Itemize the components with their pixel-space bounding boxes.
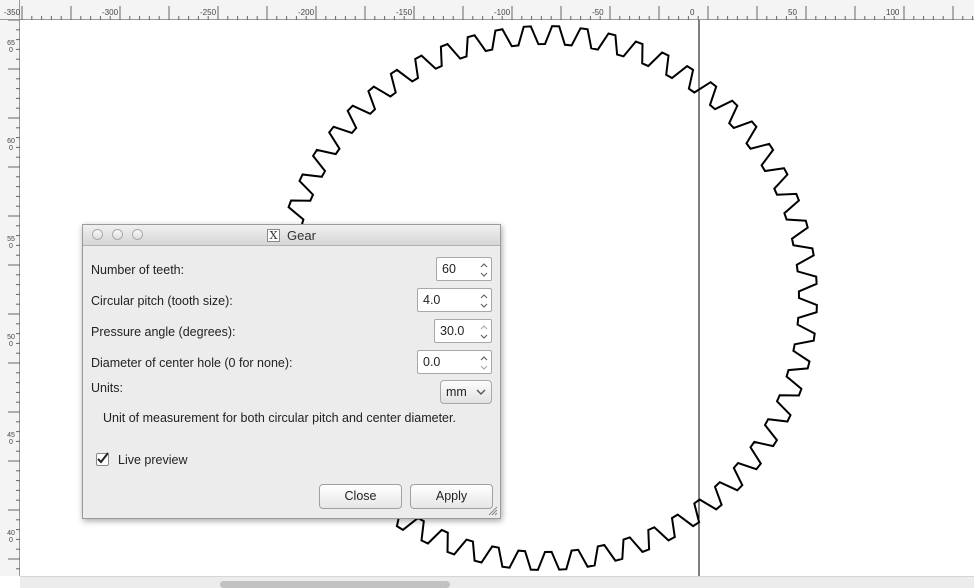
ruler-label: -50 bbox=[592, 8, 604, 17]
ruler-label: -250 bbox=[200, 8, 217, 17]
pressure-angle-label: Pressure angle (degrees): bbox=[91, 325, 236, 339]
ruler-label: 550 bbox=[7, 236, 15, 250]
dialog-title: Gear bbox=[287, 228, 316, 243]
spinner-arrows-icon[interactable] bbox=[479, 353, 489, 373]
checkmark-icon bbox=[97, 452, 109, 464]
units-help-text: Unit of measurement for both circular pi… bbox=[103, 411, 456, 425]
pressure-angle-value[interactable]: 30.0 bbox=[440, 324, 464, 338]
apply-button[interactable]: Apply bbox=[410, 484, 493, 509]
pressure-angle-spinner[interactable]: 30.0 bbox=[434, 319, 492, 343]
pitch-label: Circular pitch (tooth size): bbox=[91, 294, 233, 308]
ruler-label: 100 bbox=[886, 8, 900, 17]
pitch-value[interactable]: 4.0 bbox=[423, 293, 440, 307]
spinner-arrows-icon[interactable] bbox=[479, 260, 489, 280]
ruler-label: 400 bbox=[7, 530, 15, 544]
teeth-spinner[interactable]: 60 bbox=[436, 257, 492, 281]
spinner-arrows-icon[interactable] bbox=[479, 291, 489, 311]
units-label: Units: bbox=[91, 381, 123, 395]
close-button[interactable]: Close bbox=[319, 484, 402, 509]
ruler-label: 650 bbox=[7, 40, 15, 54]
dialog-titlebar[interactable]: X Gear bbox=[83, 225, 500, 246]
ruler-label: -200 bbox=[298, 8, 315, 17]
units-select[interactable]: mm bbox=[440, 380, 492, 404]
ruler-label: -150 bbox=[396, 8, 413, 17]
teeth-label: Number of teeth: bbox=[91, 263, 185, 277]
live-preview-checkbox[interactable] bbox=[96, 452, 109, 466]
close-window-button[interactable] bbox=[92, 229, 103, 240]
horizontal-scrollbar[interactable] bbox=[20, 576, 974, 588]
live-preview-label[interactable]: Live preview bbox=[118, 453, 187, 467]
units-value: mm bbox=[446, 385, 467, 399]
ruler-label: 50 bbox=[788, 8, 797, 17]
x11-icon: X bbox=[267, 229, 280, 242]
ruler-label: -350 bbox=[4, 8, 21, 17]
center-hole-value[interactable]: 0.0 bbox=[423, 355, 440, 369]
ruler-label: 0 bbox=[690, 8, 695, 17]
ruler-ticks bbox=[8, 20, 20, 570]
ruler-label: -300 bbox=[102, 8, 119, 17]
resize-grip-icon[interactable] bbox=[486, 504, 498, 516]
teeth-value[interactable]: 60 bbox=[442, 262, 456, 276]
vertical-ruler[interactable]: 650 600 550 500 450 400 bbox=[0, 20, 20, 576]
chevron-down-icon bbox=[476, 389, 486, 395]
center-hole-spinner[interactable]: 0.0 bbox=[417, 350, 492, 374]
ruler-label: 450 bbox=[7, 432, 15, 446]
center-hole-label: Diameter of center hole (0 for none): bbox=[91, 356, 293, 370]
ruler-label: -100 bbox=[494, 8, 511, 17]
scrollbar-thumb[interactable] bbox=[220, 581, 450, 588]
pitch-spinner[interactable]: 4.0 bbox=[417, 288, 492, 312]
spinner-arrows-icon[interactable] bbox=[479, 322, 489, 342]
horizontal-ruler[interactable]: -350 -300 -250 -200 -150 -100 -50 0 50 100 bbox=[4, 0, 974, 20]
minimize-window-button[interactable] bbox=[112, 229, 123, 240]
ruler-label: 600 bbox=[7, 138, 15, 152]
ruler-label: 500 bbox=[7, 334, 15, 348]
zoom-window-button[interactable] bbox=[132, 229, 143, 240]
gear-dialog: X Gear Number of teeth: 60 Circular pitc… bbox=[82, 224, 501, 519]
